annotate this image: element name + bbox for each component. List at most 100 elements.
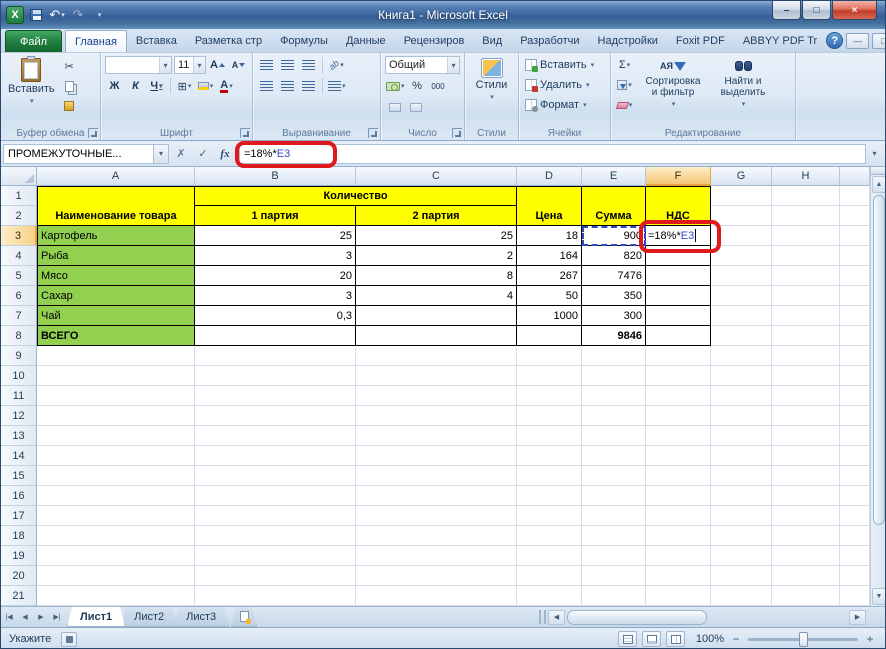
merge-center-button[interactable]: ▾ (327, 77, 347, 95)
grid-cell[interactable] (517, 486, 582, 506)
grid-cell[interactable] (646, 426, 711, 446)
grid-cell[interactable] (37, 586, 195, 606)
row-header-18[interactable]: 18 (1, 526, 37, 546)
cell-C5[interactable]: 8 (356, 266, 517, 286)
number-dialog-launcher[interactable] (452, 128, 462, 138)
workbook-minimize-button[interactable]: — (846, 32, 870, 49)
maximize-button[interactable]: □ (802, 1, 831, 20)
orientation-button[interactable]: ab ▾ (327, 56, 346, 74)
cell-D7[interactable]: 1000 (517, 306, 582, 326)
grid-cell[interactable] (37, 466, 195, 486)
grid-cell[interactable] (356, 506, 517, 526)
grid-cell[interactable] (772, 426, 840, 446)
minimize-button[interactable]: – (772, 1, 801, 20)
cell-B3[interactable]: 25 (195, 226, 356, 246)
ribbon-tab-Вид[interactable]: Вид (473, 30, 511, 52)
styles-button[interactable]: Стили ▾ (469, 56, 514, 103)
column-header-H[interactable]: H (772, 167, 840, 186)
cell-A5[interactable]: Мясо (37, 266, 195, 286)
grid-cell[interactable] (840, 546, 870, 566)
horizontal-scroll-thumb[interactable] (567, 609, 707, 625)
delete-cells-button[interactable]: Удалить ▾ (523, 76, 606, 94)
ribbon-tab-Рецензиров[interactable]: Рецензиров (395, 30, 474, 52)
align-bottom-button[interactable] (299, 56, 318, 74)
cell-A1-title[interactable]: Наименование товара (37, 186, 195, 226)
row-header-13[interactable]: 13 (1, 426, 37, 446)
row-header-10[interactable]: 10 (1, 366, 37, 386)
cell-D8[interactable] (517, 326, 582, 346)
ribbon-tab-Разработчи[interactable]: Разработчи (511, 30, 588, 52)
cell-F6[interactable] (646, 286, 711, 306)
cell-F8[interactable] (646, 326, 711, 346)
cell-B6[interactable]: 3 (195, 286, 356, 306)
grid-cell[interactable] (37, 386, 195, 406)
row-header-4[interactable]: 4 (1, 246, 37, 266)
grid-cell[interactable] (37, 506, 195, 526)
page-layout-view-button[interactable] (642, 631, 661, 647)
grid-cell[interactable] (517, 366, 582, 386)
cell-B1-quantity[interactable]: Количество (195, 186, 517, 206)
cell-D5[interactable]: 267 (517, 266, 582, 286)
clipboard-dialog-launcher[interactable] (88, 128, 98, 138)
grid-cell[interactable] (711, 426, 772, 446)
grid-cell[interactable] (711, 206, 772, 226)
grid-cell[interactable] (711, 346, 772, 366)
grid-cell[interactable] (195, 526, 356, 546)
grid-cell[interactable] (517, 526, 582, 546)
grid-cell[interactable] (772, 286, 840, 306)
vertical-scrollbar[interactable]: ▲ ▼ (870, 167, 885, 606)
grid-cell[interactable] (37, 446, 195, 466)
sheet-tab-Лист1[interactable]: Лист1 (67, 607, 125, 627)
qat-customize-button[interactable]: ▾ (90, 6, 108, 24)
row-header-9[interactable]: 9 (1, 346, 37, 366)
grid-cell[interactable] (356, 426, 517, 446)
cell-A4[interactable]: Рыба (37, 246, 195, 266)
redo-button[interactable]: ↷ (69, 6, 87, 24)
grid-cell[interactable] (840, 446, 870, 466)
grid-cell[interactable] (840, 326, 870, 346)
grid-cell[interactable] (582, 466, 646, 486)
font-size-select[interactable]: 11 ▾ (174, 56, 206, 74)
grid-cell[interactable] (646, 586, 711, 606)
grid-cell[interactable] (772, 346, 840, 366)
borders-button[interactable]: ⊞ ▾ (175, 77, 194, 95)
grid-cell[interactable] (840, 386, 870, 406)
formula-bar-expand-button[interactable]: ▾ (866, 144, 883, 164)
grid-cell[interactable] (195, 346, 356, 366)
grid-cell[interactable] (37, 526, 195, 546)
grid-cell[interactable] (840, 486, 870, 506)
percent-style-button[interactable]: % (408, 77, 427, 95)
fill-button[interactable]: ▾ (615, 76, 634, 94)
column-header-G[interactable]: G (711, 167, 772, 186)
grid-cell[interactable] (37, 426, 195, 446)
row-header-20[interactable]: 20 (1, 566, 37, 586)
font-dialog-launcher[interactable] (240, 128, 250, 138)
grid-cell[interactable] (772, 266, 840, 286)
grid-cell[interactable] (582, 406, 646, 426)
bold-button[interactable]: Ж (105, 77, 124, 95)
grid-cell[interactable] (711, 446, 772, 466)
cell-A8[interactable]: ВСЕГО (37, 326, 195, 346)
grid-cell[interactable] (772, 326, 840, 346)
enter-entry-button[interactable]: ✓ (193, 144, 213, 164)
fill-color-button[interactable]: ▾ (196, 77, 215, 95)
column-header-E[interactable]: E (582, 167, 646, 186)
cell-C6[interactable]: 4 (356, 286, 517, 306)
grid-cell[interactable] (582, 506, 646, 526)
grid-cell[interactable] (711, 186, 772, 206)
select-all-corner[interactable] (1, 167, 37, 186)
grid-cell[interactable] (517, 466, 582, 486)
grid-cell[interactable] (840, 266, 870, 286)
cell-B8[interactable] (195, 326, 356, 346)
grid-cell[interactable] (840, 426, 870, 446)
grid-cell[interactable] (646, 386, 711, 406)
font-name-select[interactable]: ▾ (105, 56, 172, 74)
grid-cell[interactable] (195, 426, 356, 446)
cell-A7[interactable]: Чай (37, 306, 195, 326)
grid-cell[interactable] (711, 246, 772, 266)
ribbon-tab-Вставка[interactable]: Вставка (127, 30, 186, 52)
grid-cell[interactable] (840, 346, 870, 366)
grid-cell[interactable] (711, 326, 772, 346)
zoom-slider[interactable] (748, 631, 858, 647)
grid-cell[interactable] (840, 186, 870, 206)
